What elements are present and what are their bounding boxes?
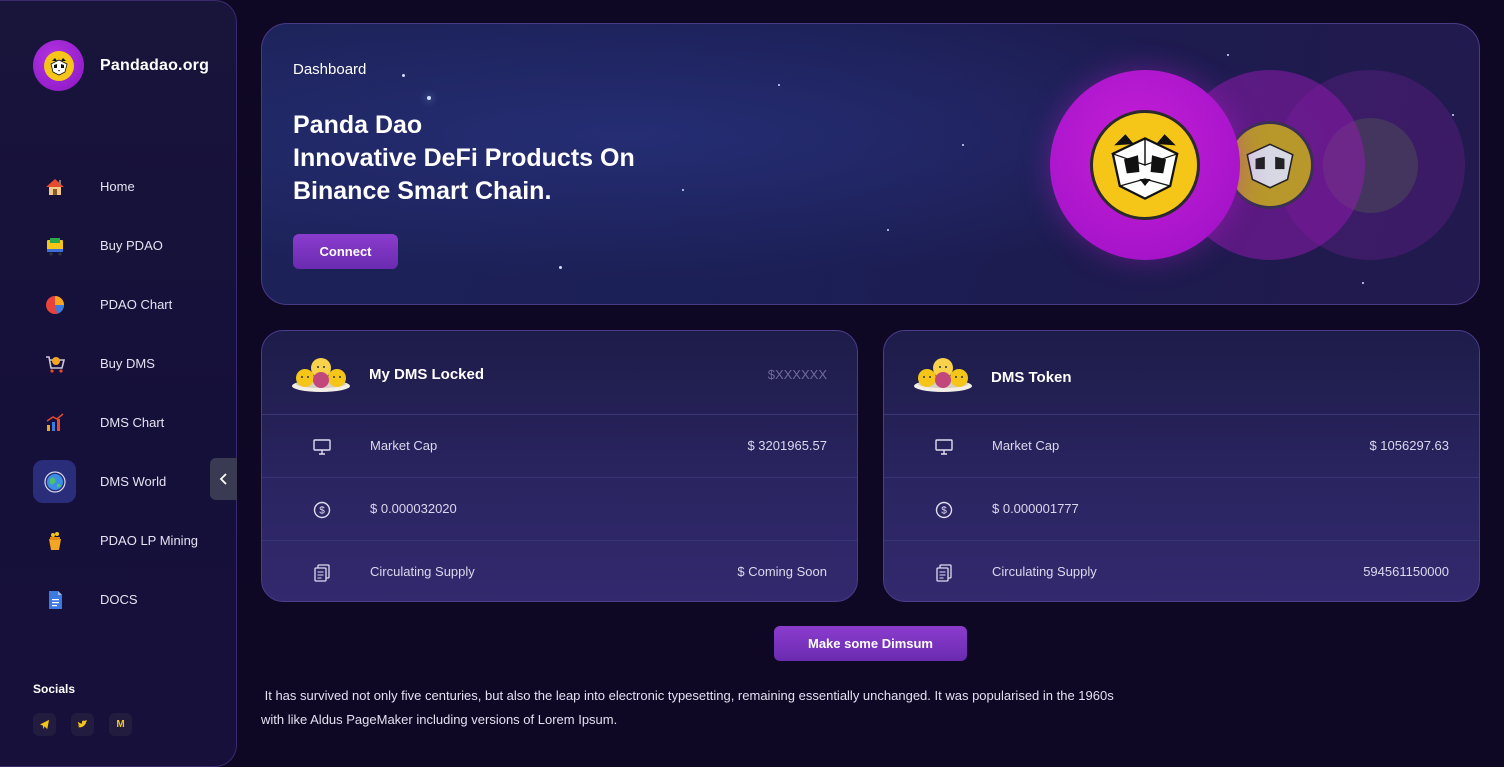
app-root: Pandadao.org Home Buy PDAO PDAO Chart Bu… [0, 0, 1504, 767]
row-label: Circulating Supply [370, 564, 475, 579]
table-row: Market Cap $ 1056297.63 [884, 415, 1479, 478]
dollar-icon: $ [312, 500, 332, 520]
connect-button[interactable]: Connect [293, 234, 398, 269]
dollar-icon: $ [934, 500, 954, 520]
panda-coin-icon [1050, 70, 1240, 260]
sidebar-item-docs[interactable]: DOCS [33, 570, 237, 629]
row-value: $ Coming Soon [737, 564, 827, 579]
bucket-icon [33, 519, 76, 562]
description-line: with like Aldus PageMaker including vers… [261, 712, 618, 727]
medium-icon[interactable]: M [109, 713, 132, 736]
headline-line: Panda Dao [293, 111, 423, 139]
description-text: It has survived not only five centuries,… [261, 684, 1161, 732]
row-label: Market Cap [992, 438, 1060, 453]
brand[interactable]: Pandadao.org [33, 40, 209, 91]
table-row: Circulating Supply $ Coming Soon [262, 541, 857, 601]
sidebar-collapse-button[interactable] [210, 458, 237, 500]
card-title: My DMS Locked [369, 366, 485, 383]
pie-chart-icon [33, 283, 76, 326]
sidebar-item-label: Buy DMS [100, 356, 155, 371]
headline-line: Innovative DeFi Products On [293, 144, 635, 172]
my-dms-locked-card: My DMS Locked $XXXXXX Market Cap $ 32019… [261, 330, 858, 602]
sidebar-item-buy-pdao[interactable]: Buy PDAO [33, 216, 237, 275]
bar-chart-icon [33, 401, 76, 444]
sidebar-item-label: PDAO Chart [100, 297, 173, 312]
dimsum-icon [913, 353, 973, 398]
sidebar-nav: Home Buy PDAO PDAO Chart Buy DMS DMS Cha… [33, 157, 237, 629]
sidebar-item-pdao-lp-mining[interactable]: PDAO LP Mining [33, 511, 237, 570]
make-dimsum-button[interactable]: Make some Dimsum [774, 626, 967, 661]
sidebar-item-buy-dms[interactable]: Buy DMS [33, 334, 237, 393]
panda-logo-icon [33, 40, 84, 91]
dimsum-icon [291, 353, 351, 398]
description-line: It has survived not only five centuries,… [261, 688, 1114, 703]
socials: M [33, 713, 132, 736]
row-value: $ 1056297.63 [1369, 438, 1449, 453]
row-label: $ 0.000001777 [992, 501, 1079, 516]
locked-value: $XXXXXX [767, 367, 827, 382]
shopping-cart-icon [33, 224, 76, 267]
chevron-left-icon [219, 473, 227, 485]
sidebar-item-label: PDAO LP Mining [100, 533, 199, 548]
row-label: $ 0.000032020 [370, 501, 457, 516]
house-icon [33, 165, 76, 208]
sidebar-item-dms-world[interactable]: DMS World [33, 452, 237, 511]
row-value: $ 3201965.57 [747, 438, 827, 453]
sidebar-item-label: DMS World [100, 474, 167, 489]
svg-text:$: $ [941, 506, 947, 517]
medium-glyph: M [116, 719, 125, 730]
socials-title: Socials [33, 682, 76, 696]
row-label: Circulating Supply [992, 564, 1097, 579]
monitor-icon [312, 437, 332, 457]
cart-icon [33, 342, 76, 385]
hero-headline: Panda Dao Innovative DeFi Products On Bi… [293, 109, 753, 208]
table-row: Circulating Supply 594561150000 [884, 541, 1479, 601]
svg-text:$: $ [319, 506, 325, 517]
table-row: $ $ 0.000001777 [884, 478, 1479, 541]
row-value: 594561150000 [1363, 564, 1449, 579]
copy-icon [934, 563, 954, 583]
table-row: $ $ 0.000032020 [262, 478, 857, 541]
globe-icon [33, 460, 76, 503]
sidebar-item-label: DOCS [100, 592, 138, 607]
sidebar: Pandadao.org Home Buy PDAO PDAO Chart Bu… [0, 0, 237, 767]
row-label: Market Cap [370, 438, 438, 453]
telegram-icon[interactable] [33, 713, 56, 736]
card-header: DMS Token [884, 331, 1479, 415]
hero-banner: Dashboard Panda Dao Innovative DeFi Prod… [261, 23, 1480, 305]
sidebar-item-dms-chart[interactable]: DMS Chart [33, 393, 237, 452]
dms-token-card: DMS Token Market Cap $ 1056297.63 $ $ 0.… [883, 330, 1480, 602]
table-row: Market Cap $ 3201965.57 [262, 415, 857, 478]
card-header: My DMS Locked $XXXXXX [262, 331, 857, 415]
sidebar-item-label: Home [100, 179, 135, 194]
card-title: DMS Token [991, 369, 1072, 386]
sidebar-item-home[interactable]: Home [33, 157, 237, 216]
brand-name: Pandadao.org [100, 56, 210, 74]
panda-coin-illustration [1050, 70, 1465, 260]
sidebar-item-label: DMS Chart [100, 415, 165, 430]
document-icon [33, 578, 76, 621]
monitor-icon [934, 437, 954, 457]
sidebar-item-pdao-chart[interactable]: PDAO Chart [33, 275, 237, 334]
page-title: Dashboard [293, 61, 367, 78]
sidebar-item-label: Buy PDAO [100, 238, 163, 253]
copy-icon [312, 563, 332, 583]
twitter-icon[interactable] [71, 713, 94, 736]
headline-line: Binance Smart Chain. [293, 177, 552, 205]
